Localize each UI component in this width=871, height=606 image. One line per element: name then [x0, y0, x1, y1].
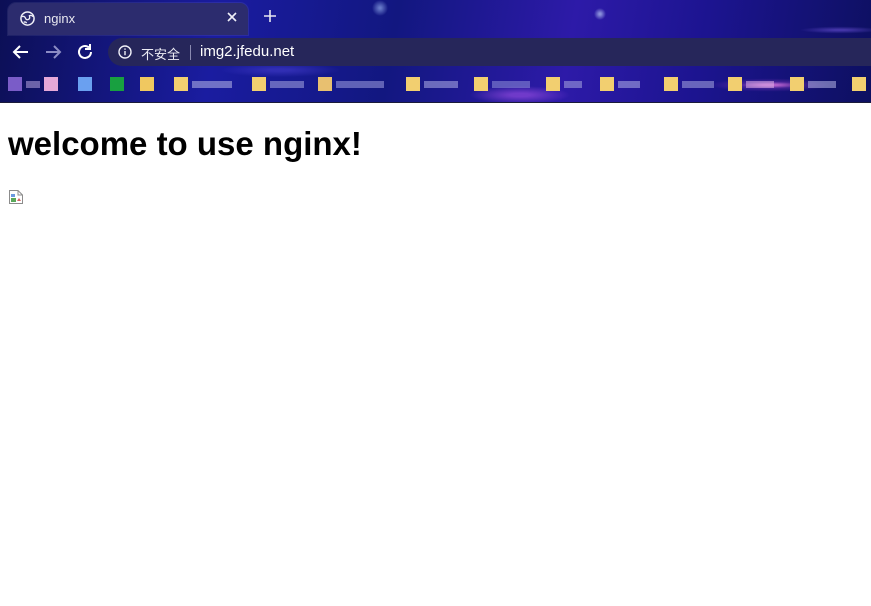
bookmark-label-pixelated	[492, 81, 530, 88]
bookmark-favicon-icon	[728, 77, 742, 91]
bookmark-item[interactable]	[252, 74, 310, 96]
bookmark-label-pixelated	[270, 81, 304, 88]
bookmark-favicon-icon	[44, 77, 58, 91]
bookmark-favicon-icon	[406, 77, 420, 91]
info-icon[interactable]	[118, 45, 132, 59]
bookmark-label-pixelated	[564, 81, 582, 88]
bookmark-label-pixelated	[26, 81, 40, 88]
url-text[interactable]: img2.jfedu.net	[200, 43, 294, 60]
bookmark-item[interactable]	[110, 74, 136, 96]
broken-image-icon	[8, 189, 24, 205]
bookmark-label-pixelated	[682, 81, 714, 88]
bookmark-label-pixelated	[618, 81, 640, 88]
security-label[interactable]: 不安全	[141, 44, 180, 63]
page-title: welcome to use nginx!	[8, 125, 362, 162]
bookmark-favicon-icon	[600, 77, 614, 91]
bookmark-favicon-icon	[110, 77, 124, 91]
bookmark-favicon-icon	[852, 77, 866, 91]
bookmark-item[interactable]	[852, 74, 870, 96]
bookmark-favicon-icon	[78, 77, 92, 91]
bookmark-item[interactable]	[44, 74, 70, 96]
bookmark-item[interactable]	[140, 74, 166, 96]
bookmark-favicon-icon	[474, 77, 488, 91]
bookmark-item[interactable]	[318, 74, 390, 96]
bookmarks-bar	[0, 70, 871, 100]
arrow-right-icon[interactable]	[42, 41, 64, 63]
chrome-divider	[0, 102, 871, 103]
bookmark-favicon-icon	[546, 77, 560, 91]
bookmark-item[interactable]	[78, 74, 104, 96]
bookmark-item[interactable]	[8, 74, 42, 96]
bookmark-favicon-icon	[790, 77, 804, 91]
globe-icon	[20, 11, 35, 26]
bookmark-label-pixelated	[336, 81, 384, 88]
reload-icon[interactable]	[74, 41, 96, 63]
bookmark-label-pixelated	[424, 81, 458, 88]
bookmark-item[interactable]	[664, 74, 720, 96]
bookmark-item[interactable]	[546, 74, 588, 96]
browser-tab[interactable]: nginx	[8, 3, 248, 35]
bookmark-item[interactable]	[174, 74, 238, 96]
bookmark-label-pixelated	[746, 81, 774, 88]
bookmark-favicon-icon	[174, 77, 188, 91]
tab-title: nginx	[44, 11, 76, 26]
arrow-left-icon[interactable]	[10, 41, 32, 63]
bookmark-favicon-icon	[8, 77, 22, 91]
browser-chrome: nginx 不安全 img2.jfedu.net	[0, 0, 871, 103]
bookmark-item[interactable]	[728, 74, 780, 96]
bookmark-label-pixelated	[192, 81, 232, 88]
bookmark-item[interactable]	[406, 74, 464, 96]
bookmark-favicon-icon	[318, 77, 332, 91]
bookmark-label-pixelated	[808, 81, 836, 88]
address-bar[interactable]: 不安全 img2.jfedu.net	[108, 38, 871, 66]
bookmark-item[interactable]	[474, 74, 536, 96]
bookmark-favicon-icon	[252, 77, 266, 91]
omnibox-divider	[190, 45, 191, 60]
bookmark-item[interactable]	[600, 74, 646, 96]
close-icon[interactable]	[223, 8, 241, 26]
bookmark-item[interactable]	[790, 74, 842, 96]
plus-icon[interactable]	[260, 6, 280, 26]
bookmark-favicon-icon	[664, 77, 678, 91]
bookmark-favicon-icon	[140, 77, 154, 91]
